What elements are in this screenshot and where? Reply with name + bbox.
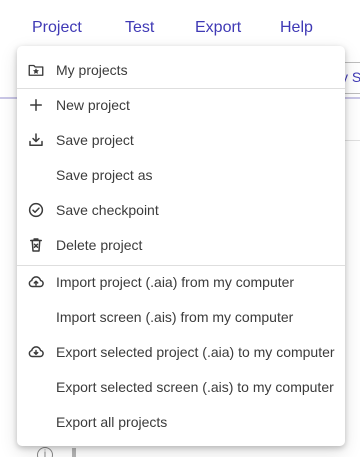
menu-item-save-checkpoint[interactable]: Save checkpoint — [17, 193, 345, 228]
app-page: Project Test Export Help y S i My projec… — [0, 0, 360, 457]
download-tray-icon — [27, 131, 45, 149]
menu-item-label: Save project as — [56, 167, 153, 183]
menu-item-label: Export selected screen (.ais) to my comp… — [56, 379, 334, 395]
menu-item-export-selected-screen[interactable]: Export selected screen (.ais) to my comp… — [17, 370, 345, 405]
background-divider — [345, 140, 360, 141]
menu-item-export-selected-project[interactable]: Export selected project (.aia) to my com… — [17, 335, 345, 370]
cloud-download-icon — [27, 343, 45, 361]
menu-item-label: Save project — [56, 132, 134, 148]
menu-item-label: Save checkpoint — [56, 202, 159, 218]
menu-item-label: Import screen (.ais) from my computer — [56, 309, 294, 325]
menu-item-import-screen[interactable]: Import screen (.ais) from my computer — [17, 300, 345, 335]
cloud-upload-icon — [27, 273, 45, 291]
menu-export[interactable]: Export — [195, 19, 241, 37]
trash-icon — [27, 236, 45, 254]
menu-item-label: Delete project — [56, 237, 143, 253]
menu-item-import-project[interactable]: Import project (.aia) from my computer — [17, 265, 345, 300]
plus-icon — [27, 96, 45, 114]
menu-project[interactable]: Project — [32, 19, 82, 37]
background-handle — [72, 448, 76, 457]
menu-item-export-all-projects[interactable]: Export all projects — [17, 405, 345, 440]
menu-test[interactable]: Test — [125, 19, 154, 37]
menu-help[interactable]: Help — [280, 19, 313, 37]
menu-item-label: Export selected project (.aia) to my com… — [56, 344, 335, 360]
folder-star-icon — [27, 61, 45, 79]
menu-item-label: New project — [56, 97, 130, 113]
menu-item-label: Export all projects — [56, 414, 168, 430]
check-circle-icon — [27, 201, 45, 219]
menu-item-save-project[interactable]: Save project — [17, 123, 345, 158]
project-dropdown-menu: My projects New project Save project Sav… — [17, 46, 345, 446]
menu-item-label: My projects — [56, 62, 128, 78]
info-icon[interactable]: i — [37, 447, 53, 457]
menu-item-my-projects[interactable]: My projects — [17, 53, 345, 88]
menu-item-delete-project[interactable]: Delete project — [17, 228, 345, 263]
menu-item-new-project[interactable]: New project — [17, 88, 345, 123]
menu-item-label: Import project (.aia) from my computer — [56, 274, 295, 290]
menu-item-save-project-as[interactable]: Save project as — [17, 158, 345, 193]
